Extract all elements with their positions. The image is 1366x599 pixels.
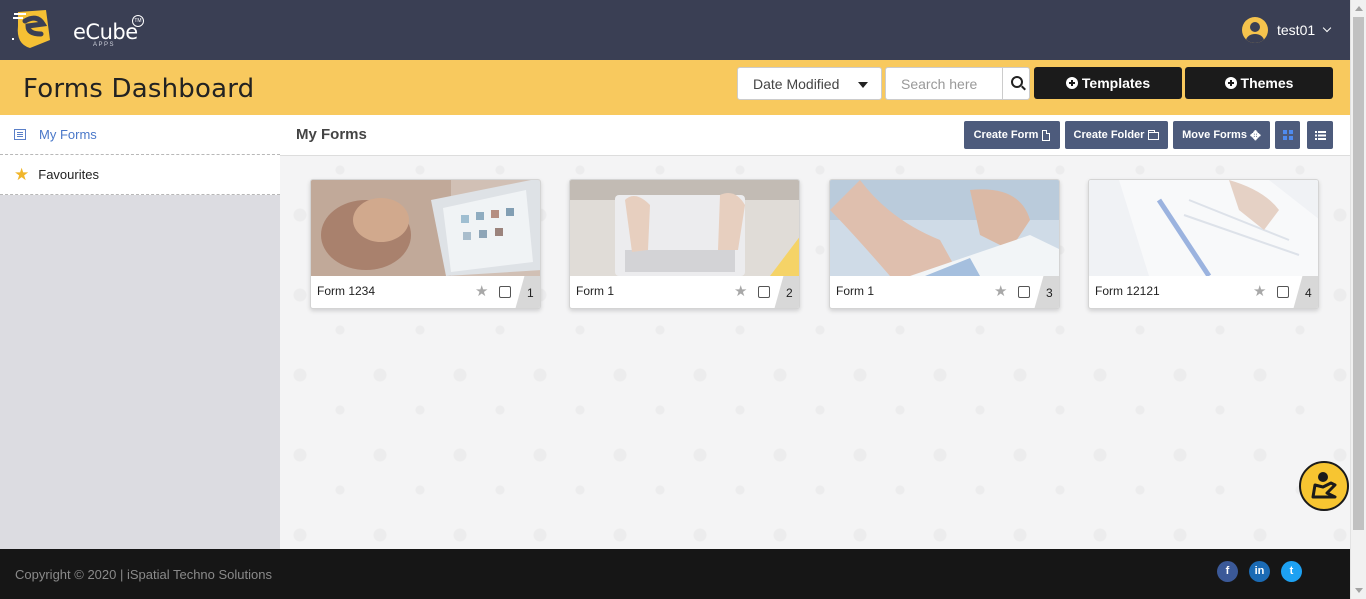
form-name: Form 1 <box>576 284 615 298</box>
form-thumbnail <box>311 180 540 276</box>
sidebar-item-label: Favourites <box>38 167 99 182</box>
folder-icon <box>1148 130 1160 140</box>
form-card[interactable]: Form 1 ★ 3 <box>829 179 1060 309</box>
footer: Copyright © 2020 | iSpatial Techno Solut… <box>0 549 1350 599</box>
create-form-button[interactable]: Create Form <box>964 121 1060 149</box>
favourite-star-icon[interactable]: ★ <box>475 284 488 299</box>
templates-button-label: Templates <box>1081 75 1151 91</box>
move-forms-label: Move Forms <box>1182 129 1247 141</box>
form-thumbnail <box>830 180 1059 276</box>
create-folder-button[interactable]: Create Folder <box>1065 121 1168 149</box>
caret-down-icon <box>858 82 868 88</box>
select-checkbox[interactable] <box>758 286 770 298</box>
ecube-logo-icon <box>12 10 50 48</box>
create-folder-label: Create Folder <box>1073 129 1145 141</box>
list-icon <box>14 129 26 140</box>
search-box <box>885 67 1030 100</box>
ecube-logo[interactable]: eCube APPS TM <box>10 4 144 54</box>
favourite-star-icon[interactable]: ★ <box>734 284 747 299</box>
copyright-text: Copyright © 2020 | iSpatial Techno Solut… <box>15 567 272 582</box>
scroll-up-icon[interactable] <box>1355 6 1363 11</box>
support-agent-icon <box>1311 472 1337 499</box>
sort-select-value: Date Modified <box>753 76 840 92</box>
themes-button[interactable]: Themes <box>1185 67 1333 99</box>
form-number: 3 <box>1034 276 1059 308</box>
form-card[interactable]: Form 12121 ★ 4 <box>1088 179 1319 309</box>
favourite-star-icon[interactable]: ★ <box>1253 284 1266 299</box>
page-title: Forms Dashboard <box>23 74 255 104</box>
list-view-icon <box>1314 130 1326 140</box>
scroll-thumb[interactable] <box>1353 17 1364 530</box>
facebook-icon[interactable]: f <box>1217 561 1238 582</box>
form-card[interactable]: Form 1 ★ 2 <box>569 179 800 309</box>
star-icon: ★ <box>14 165 30 184</box>
user-menu[interactable]: test01 <box>1242 16 1332 44</box>
search-button[interactable] <box>1002 68 1029 99</box>
user-avatar-icon <box>1242 17 1268 43</box>
form-name: Form 12121 <box>1095 284 1160 298</box>
form-name: Form 1234 <box>317 284 376 298</box>
user-name: test01 <box>1277 22 1316 38</box>
favourite-star-icon[interactable]: ★ <box>994 284 1007 299</box>
file-icon <box>1042 129 1051 141</box>
create-form-label: Create Form <box>973 129 1039 141</box>
sidebar-item-favourites[interactable]: ★ Favourites <box>0 155 280 195</box>
form-thumbnail <box>570 180 799 276</box>
sidebar-item-my-forms[interactable]: My Forms <box>0 115 280 155</box>
form-number: 2 <box>774 276 799 308</box>
form-name: Form 1 <box>836 284 875 298</box>
move-forms-button[interactable]: Move Forms ✥ <box>1173 121 1270 149</box>
brand-sub: APPS <box>93 42 116 48</box>
list-view-button[interactable] <box>1307 121 1333 149</box>
linkedin-icon[interactable]: in <box>1249 561 1270 582</box>
section-title: My Forms <box>296 126 367 143</box>
sidebar-item-label: My Forms <box>39 127 97 142</box>
form-card[interactable]: Form 1234 ★ 1 <box>310 179 541 309</box>
trademark-badge: TM <box>132 15 144 27</box>
form-thumbnail <box>1089 180 1318 276</box>
sidebar: My Forms ★ Favourites <box>0 115 280 549</box>
form-number: 4 <box>1293 276 1318 308</box>
move-arrows-icon: ✥ <box>1249 127 1261 143</box>
select-checkbox[interactable] <box>1277 286 1289 298</box>
grid-icon <box>1282 130 1293 140</box>
page-scrollbar[interactable] <box>1350 0 1366 599</box>
chevron-down-icon <box>1322 23 1332 33</box>
themes-button-label: Themes <box>1240 75 1294 91</box>
form-number: 1 <box>515 276 540 308</box>
select-checkbox[interactable] <box>1018 286 1030 298</box>
help-assistant-button[interactable] <box>1299 461 1349 511</box>
templates-button[interactable]: Templates <box>1034 67 1182 99</box>
top-navbar: eCube APPS TM test01 <box>0 0 1350 60</box>
twitter-icon[interactable]: t <box>1281 561 1302 582</box>
plus-circle-icon <box>1065 77 1078 89</box>
grid-view-button[interactable] <box>1275 121 1300 149</box>
sort-select[interactable]: Date Modified <box>737 67 882 100</box>
main-content: My Forms Create Form Create Folder Move … <box>280 115 1350 549</box>
brand-name: eCube <box>73 20 138 44</box>
scroll-down-icon[interactable] <box>1355 588 1363 593</box>
main-toolbar: My Forms Create Form Create Folder Move … <box>280 115 1350 156</box>
search-input[interactable] <box>886 68 1002 99</box>
select-checkbox[interactable] <box>499 286 511 298</box>
plus-circle-icon <box>1224 77 1237 89</box>
dashboard-header: Forms Dashboard Date Modified Templates … <box>0 60 1350 115</box>
